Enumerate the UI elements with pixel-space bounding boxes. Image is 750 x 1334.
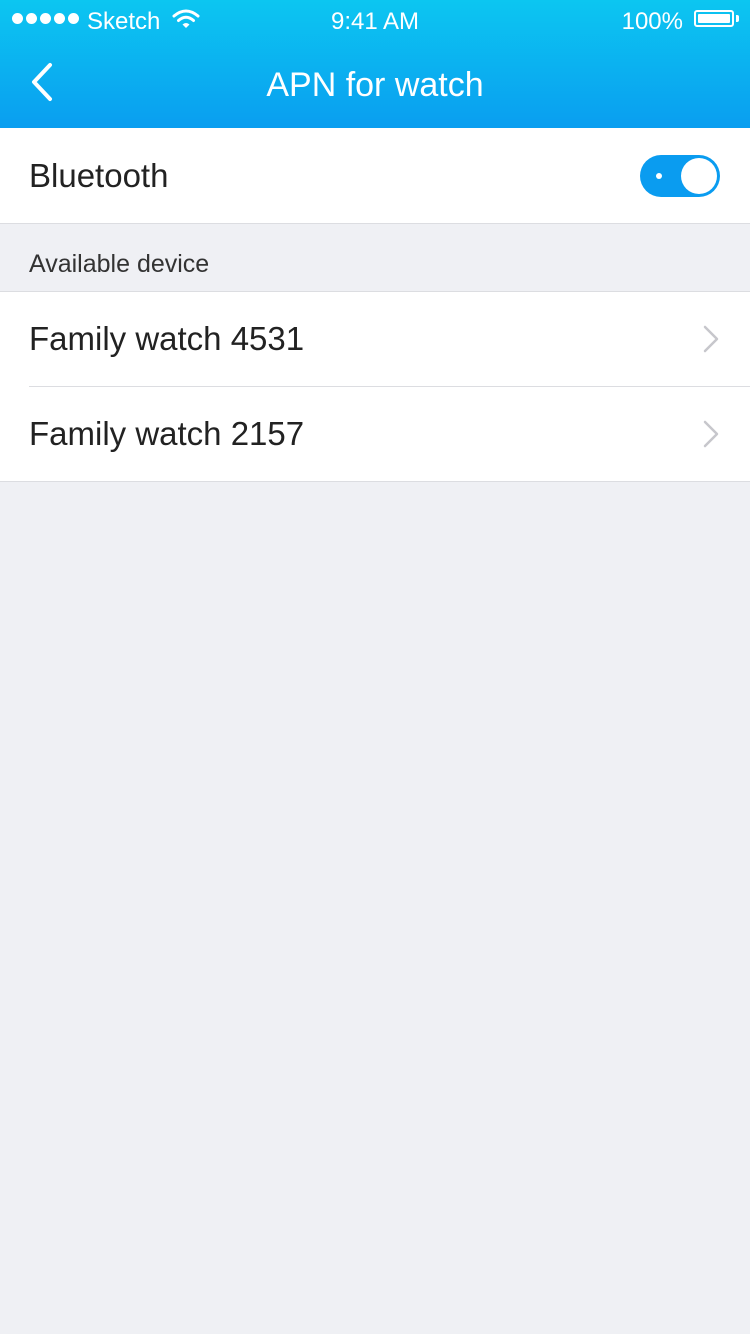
chevron-right-icon (702, 420, 720, 453)
bluetooth-toggle[interactable] (640, 155, 720, 197)
battery-tip (736, 15, 739, 22)
battery-percentage: 100% (621, 8, 683, 35)
device-name: Family watch 2157 (29, 415, 305, 452)
navigation-header: Sketch 9:41 AM 100% APN for watch (0, 0, 750, 128)
toggle-knob (681, 158, 717, 194)
list-item[interactable]: Family watch 4531 (0, 292, 750, 387)
toggle-on-indicator (656, 173, 662, 179)
status-bar: Sketch 9:41 AM 100% (0, 0, 750, 42)
bluetooth-label: Bluetooth (29, 157, 169, 194)
device-list: Family watch 4531 Family watch 2157 (0, 291, 750, 482)
list-item[interactable]: Family watch 2157 (0, 387, 750, 481)
chevron-right-icon (702, 325, 720, 358)
bluetooth-row: Bluetooth (0, 128, 750, 224)
page-title: APN for watch (266, 66, 484, 104)
available-device-section-title: Available device (29, 250, 210, 278)
battery-icon (694, 10, 734, 27)
device-name: Family watch 4531 (29, 320, 305, 357)
